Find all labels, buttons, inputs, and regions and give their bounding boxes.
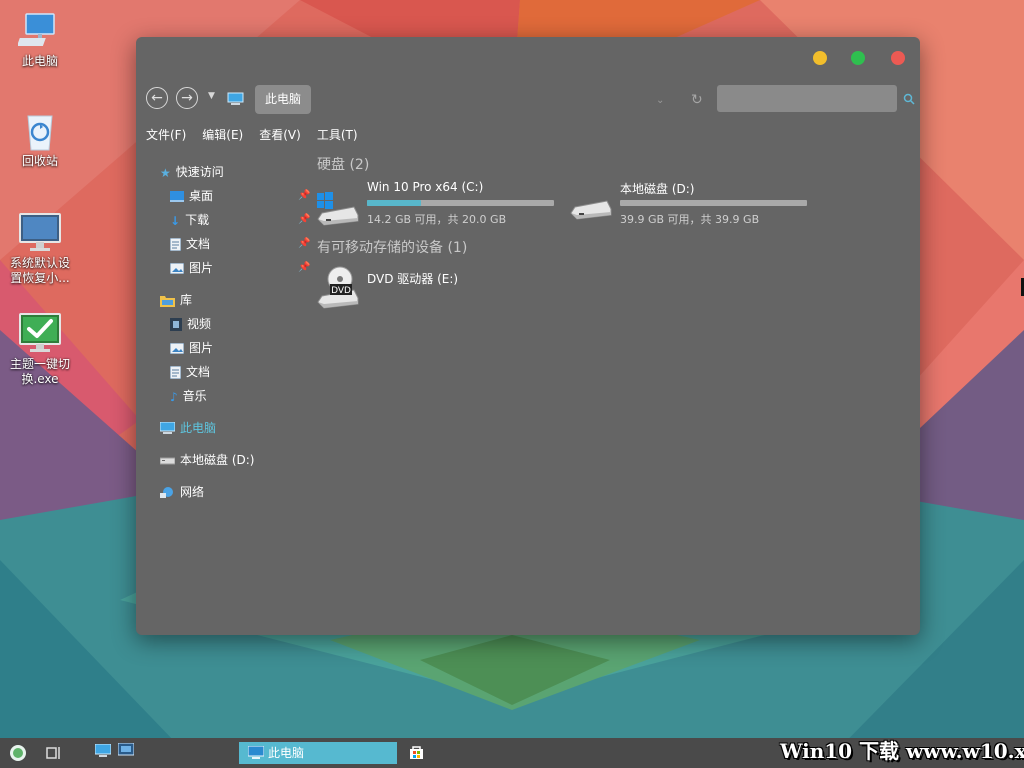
nav-desktop[interactable]: 桌面: [170, 187, 213, 205]
search-icon[interactable]: [903, 93, 915, 105]
chevron-down-icon: ▼: [208, 91, 215, 101]
menu-edit[interactable]: 编辑(E): [202, 126, 243, 143]
store-icon[interactable]: [409, 745, 424, 760]
desktop-icon-label: 回收站: [21, 154, 58, 168]
desktop-quicklaunch-icon[interactable]: [118, 743, 134, 757]
nav-library-documents[interactable]: 文档: [170, 363, 210, 381]
drive-icon: [570, 200, 612, 220]
task-view-icon: [46, 747, 60, 759]
drive-c-name[interactable]: Win 10 Pro x64 (C:): [367, 180, 483, 194]
close-button[interactable]: [891, 51, 905, 65]
taskbar-button-explorer[interactable]: 此电脑: [239, 742, 397, 764]
drive-c-space: 14.2 GB 可用，共 20.0 GB: [367, 213, 507, 226]
search-input[interactable]: [717, 85, 897, 112]
nav-library[interactable]: 库: [160, 291, 192, 309]
recycle-bin-icon: [27, 115, 53, 151]
drive-d-usage-bar: [620, 200, 807, 206]
nav-downloads[interactable]: ↓ 下载: [170, 211, 209, 229]
nav-pictures[interactable]: 图片: [170, 259, 213, 277]
nav-library-videos[interactable]: 视频: [170, 315, 211, 333]
document-icon: [170, 366, 181, 379]
network-icon: [160, 487, 173, 498]
nav-documents[interactable]: 文档: [170, 235, 210, 253]
desktop-icon-label: 主题一键切 换.exe: [9, 357, 70, 386]
menu-file[interactable]: 文件(F): [146, 126, 186, 143]
removable-storage-group-title[interactable]: 有可移动存储的设备 (1): [317, 237, 467, 257]
drive-icon: [160, 457, 175, 465]
dvd-drive-icon: DVD: [317, 266, 359, 309]
dvd-badge: DVD: [331, 286, 351, 296]
desktop-icon-label: 此电脑: [21, 54, 58, 68]
download-arrow-icon: ↓: [170, 213, 181, 228]
drive-d-name[interactable]: 本地磁盘 (D:): [620, 180, 694, 197]
desktop-icon-theme-switch[interactable]: 主题一键切 换.exe: [0, 311, 80, 387]
desktop-icon-restore-tool[interactable]: 系统默认设 置恢复小...: [0, 210, 80, 286]
desktop-icon-label: 系统默认设 置恢复小...: [9, 256, 70, 285]
explorer-window: ← → ▼ 此电脑 ⌄ ↻ 文件(F) 编辑(E) 查看(V) 工具(T) ★ 快…: [136, 37, 920, 635]
watermark-logo: Win10 下载 www.w10.xyz: [780, 739, 1024, 763]
hard-disks-group-title[interactable]: 硬盘 (2): [317, 154, 369, 174]
nav-local-disk-d[interactable]: 本地磁盘 (D:): [160, 451, 254, 469]
chevron-down-icon: ⌄: [656, 95, 665, 106]
nav-this-pc[interactable]: 此电脑: [160, 419, 216, 437]
task-view-button[interactable]: [46, 746, 62, 760]
nav-network[interactable]: 网络: [160, 483, 204, 501]
desktop-icon-recycle-bin[interactable]: 回收站: [0, 108, 80, 169]
document-icon: [170, 238, 181, 251]
monitor-icon: [19, 213, 61, 251]
dvd-drive-name[interactable]: DVD 驱动器 (E:): [367, 270, 458, 287]
pin-icon: 📌: [298, 238, 311, 249]
refresh-button[interactable]: ↻: [691, 92, 703, 108]
this-pc-icon: [227, 92, 244, 105]
minimize-button[interactable]: [813, 51, 827, 65]
this-pc-quicklaunch-icon[interactable]: [95, 744, 111, 758]
checkmark-monitor-icon: [19, 313, 61, 352]
video-icon: [170, 318, 182, 331]
arrow-right-icon: →: [181, 90, 193, 106]
music-note-icon: ♪: [170, 389, 178, 404]
taskbar-button-label: 此电脑: [268, 746, 305, 760]
library-folder-icon: [160, 295, 175, 307]
computer-icon: [248, 746, 264, 759]
address-dropdown[interactable]: ⌄: [656, 95, 664, 106]
arrow-left-icon: ←: [151, 90, 163, 106]
computer-icon: [160, 422, 175, 434]
recent-locations-dropdown[interactable]: ▼: [208, 91, 215, 101]
maximize-button[interactable]: [851, 51, 865, 65]
star-icon: ★: [160, 165, 171, 180]
pin-icon: 📌: [298, 214, 311, 225]
menu-tools[interactable]: 工具(T): [317, 126, 358, 143]
breadcrumb-this-pc[interactable]: 此电脑: [255, 85, 312, 114]
start-button[interactable]: [10, 745, 26, 761]
nav-quick-access[interactable]: ★ 快速访问: [160, 163, 224, 181]
drive-c-usage-bar: [367, 200, 554, 206]
nav-library-music[interactable]: ♪ 音乐: [170, 387, 207, 405]
start-menu-icon: [13, 748, 23, 758]
menu-bar: 文件(F) 编辑(E) 查看(V) 工具(T): [146, 126, 374, 143]
computer-icon: [18, 13, 55, 46]
windows-drive-icon: [317, 192, 359, 226]
pin-icon: 📌: [298, 190, 311, 201]
drive-d-space: 39.9 GB 可用，共 39.9 GB: [620, 213, 760, 226]
picture-icon: [170, 343, 184, 354]
desktop-icon-this-pc[interactable]: 此电脑: [0, 10, 80, 69]
back-button[interactable]: ←: [146, 87, 168, 109]
desktop-folder-icon: [170, 191, 184, 202]
forward-button[interactable]: →: [176, 87, 198, 109]
menu-view[interactable]: 查看(V): [259, 126, 301, 143]
picture-icon: [170, 263, 184, 274]
pin-icon: 📌: [298, 262, 311, 273]
refresh-icon: ↻: [691, 92, 703, 108]
nav-library-pictures[interactable]: 图片: [170, 339, 213, 357]
